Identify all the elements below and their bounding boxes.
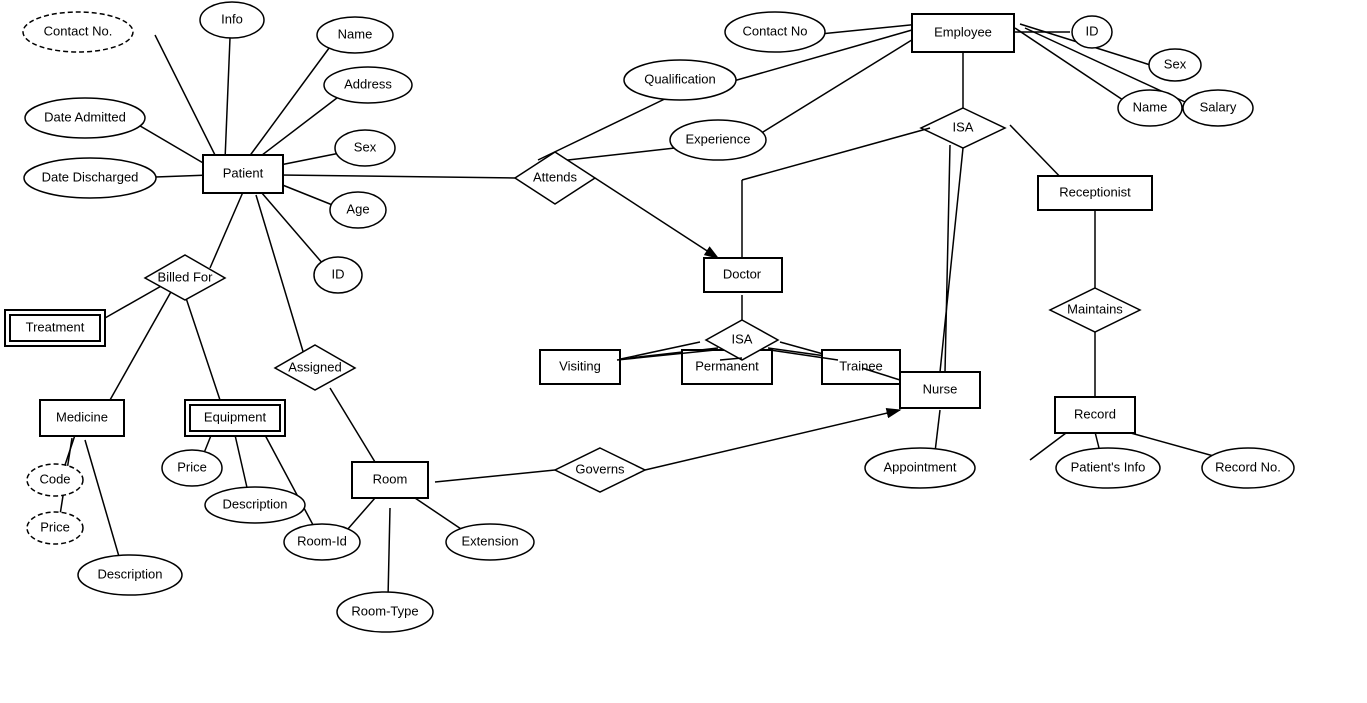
record-label: Record (1074, 406, 1116, 421)
extension-label: Extension (461, 533, 518, 548)
er-diagram: Patient Employee Doctor Treatment Equipm… (0, 0, 1367, 703)
record-pinfo-label: Patient's Info (1071, 459, 1146, 474)
record-no-label: Record No. (1215, 459, 1281, 474)
isa-doctor-label: ISA (732, 331, 753, 346)
visiting-label: Visiting (559, 358, 601, 373)
attends-label: Attends (533, 169, 578, 184)
date-discharged-label: Date Discharged (42, 169, 139, 184)
patient-name-label: Name (338, 26, 373, 41)
trainee-label: Trainee (839, 358, 883, 373)
maintains-label: Maintains (1067, 301, 1123, 316)
nurse-appt-label: Appointment (884, 459, 957, 474)
qualification-label: Qualification (644, 71, 716, 86)
billed-for-label: Billed For (158, 269, 214, 284)
patient-label: Patient (223, 165, 264, 180)
emp-salary-label: Salary (1200, 99, 1237, 114)
patient-info-label: Info (221, 11, 243, 26)
equip-price-label: Price (177, 459, 207, 474)
medicine-desc-label: Description (97, 566, 162, 581)
isa-employee-label: ISA (953, 119, 974, 134)
assigned-label: Assigned (288, 359, 341, 374)
patient-contact-label: Contact No. (44, 23, 113, 38)
equip-desc-label: Description (222, 496, 287, 511)
room-type-label: Room-Type (351, 603, 418, 618)
patient-address-label: Address (344, 76, 392, 91)
nurse-label: Nurse (923, 381, 958, 396)
experience-label: Experience (685, 131, 750, 146)
medicine-price-label: Price (40, 519, 70, 534)
room-id-label: Room-Id (297, 533, 347, 548)
date-admitted-label: Date Admitted (44, 109, 126, 124)
emp-contact-label: Contact No (742, 23, 807, 38)
equipment-label: Equipment (204, 409, 267, 424)
medicine-code-label: Code (39, 471, 70, 486)
patient-age-label: Age (346, 201, 369, 216)
patient-sex-label: Sex (354, 139, 377, 154)
receptionist-label: Receptionist (1059, 184, 1131, 199)
emp-name-label: Name (1133, 99, 1168, 114)
emp-id-label: ID (1086, 23, 1099, 38)
doctor-label: Doctor (723, 266, 762, 281)
governs-label: Governs (575, 461, 625, 476)
medicine-label: Medicine (56, 409, 108, 424)
room-label: Room (373, 471, 408, 486)
emp-sex-label: Sex (1164, 56, 1187, 71)
permanent-label: Permanent (695, 358, 759, 373)
patient-id-label: ID (332, 266, 345, 281)
treatment-label: Treatment (26, 319, 85, 334)
employee-label: Employee (934, 24, 992, 39)
